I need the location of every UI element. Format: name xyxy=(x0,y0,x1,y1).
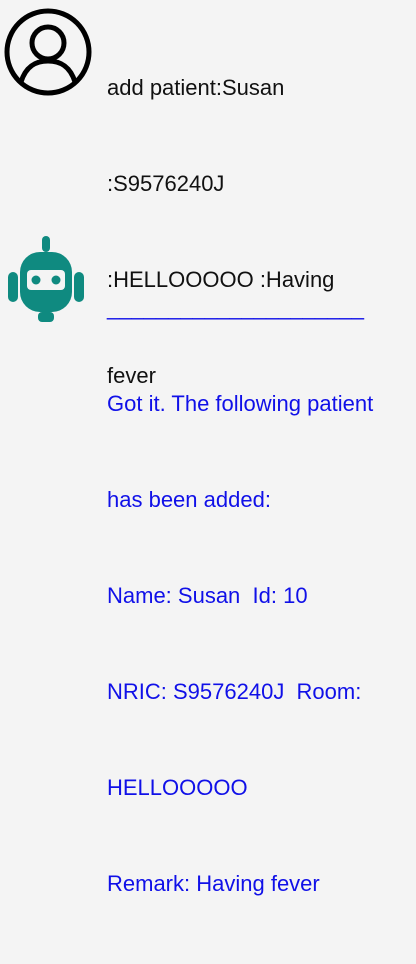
user-message-line: :S9576240J xyxy=(107,171,225,196)
bot-message-line: HELLOOOOO xyxy=(107,775,248,800)
user-icon xyxy=(2,6,94,98)
bot-message-line: Got it. The following patient xyxy=(107,391,374,416)
bot-message: _____________________ Got it. The follow… xyxy=(107,228,412,964)
bot-message-line: Name: Susan Id: 10 xyxy=(107,583,308,608)
user-message-line: add patient:Susan xyxy=(107,75,285,100)
bot-message-line: _____________________ xyxy=(107,295,364,320)
robot-icon xyxy=(0,228,92,322)
bot-message-line: NRIC: S9576240J Room: xyxy=(107,679,362,704)
bot-message-line: Remark: Having fever xyxy=(107,871,320,896)
bot-message-line: has been added: xyxy=(107,487,271,512)
